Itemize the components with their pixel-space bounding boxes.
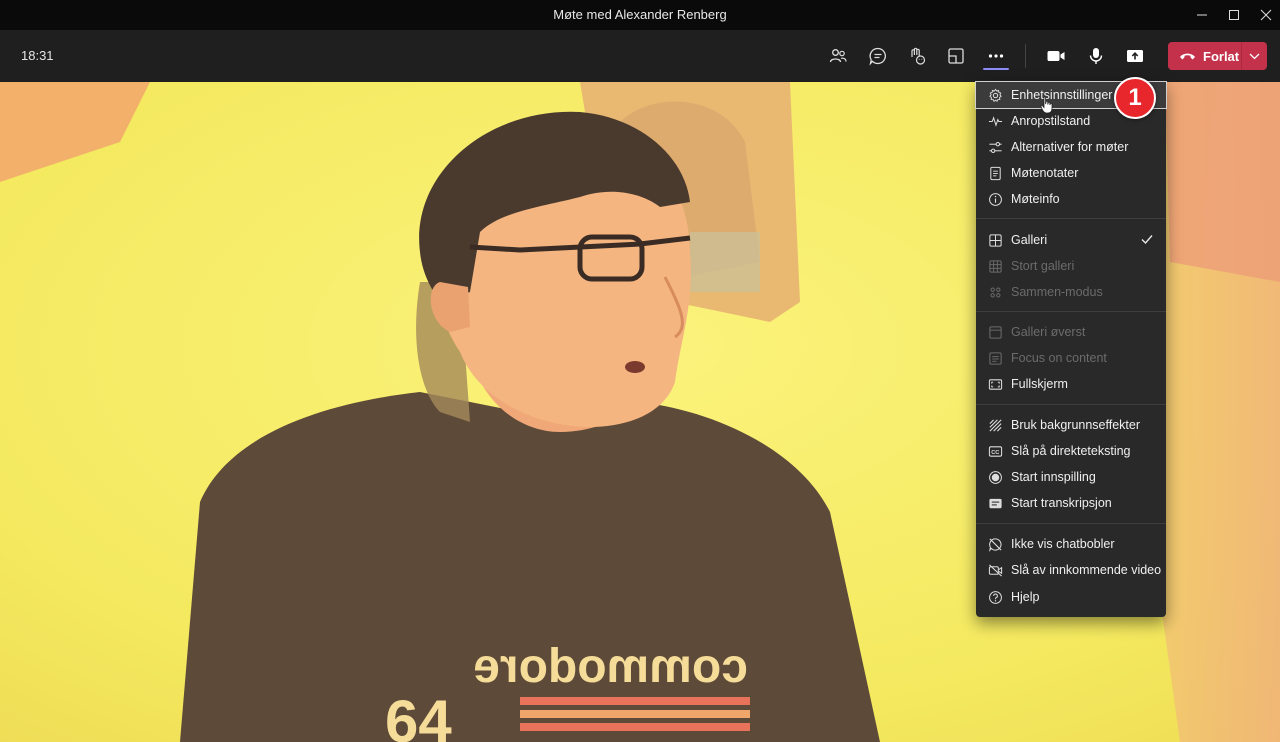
menu-item-background-effects[interactable]: Bruk bakgrunnseffekter bbox=[976, 412, 1166, 438]
camera-icon bbox=[1047, 51, 1065, 61]
menu-item-label: Ikke vis chatbobler bbox=[1011, 537, 1115, 551]
title-bar: Møte med Alexander Renberg bbox=[0, 0, 1280, 30]
chevron-down-icon bbox=[1249, 53, 1260, 59]
participants-button[interactable] bbox=[821, 40, 855, 72]
minimize-button[interactable] bbox=[1186, 0, 1218, 30]
menu-item-fullscreen[interactable]: Fullskjerm bbox=[976, 371, 1166, 397]
meeting-time: 18:31 bbox=[21, 48, 54, 63]
menu-item-label: Sammen-modus bbox=[1011, 285, 1103, 299]
video-off-icon bbox=[987, 562, 1003, 578]
menu-item-label: Slå på direkteteksting bbox=[1011, 444, 1131, 458]
record-icon bbox=[987, 469, 1003, 485]
meeting-toolbar: 18:31 Forlat bbox=[0, 30, 1280, 82]
gallery-top-icon bbox=[987, 324, 1003, 340]
notes-icon bbox=[987, 165, 1003, 181]
share-button[interactable] bbox=[1118, 40, 1152, 72]
menu-item-label: Møtenotater bbox=[1011, 166, 1079, 180]
menu-divider bbox=[976, 523, 1166, 524]
step-number: 1 bbox=[1128, 84, 1142, 111]
pulse-icon bbox=[987, 113, 1003, 129]
captions-icon: CC bbox=[987, 443, 1003, 459]
menu-item-label: Bruk bakgrunnseffekter bbox=[1011, 418, 1141, 432]
leave-main[interactable]: Forlat bbox=[1168, 42, 1241, 70]
menu-item-turn-off-incoming-video[interactable]: Slå av innkommende video bbox=[976, 557, 1166, 583]
menu-item-label: Enhetsinnstillinger bbox=[1011, 88, 1113, 102]
menu-item-label: Møteinfo bbox=[1011, 192, 1060, 206]
no-chat-bubbles-icon bbox=[987, 536, 1003, 552]
leave-button[interactable]: Forlat bbox=[1168, 42, 1267, 70]
transcript-icon bbox=[987, 495, 1003, 511]
menu-item-hide-chat-bubbles[interactable]: Ikke vis chatbobler bbox=[976, 531, 1166, 557]
shirt-logo-text: commodore bbox=[473, 640, 748, 693]
active-indicator bbox=[983, 68, 1009, 70]
people-icon bbox=[829, 49, 847, 63]
menu-item-large-gallery: Stort galleri bbox=[976, 253, 1166, 279]
shirt-number-text: 64 bbox=[385, 688, 452, 742]
more-icon bbox=[988, 54, 1004, 58]
chat-button[interactable] bbox=[861, 40, 895, 72]
more-actions-menu: Enhetsinnstillinger Anropstilstand Alter… bbox=[975, 81, 1167, 617]
menu-item-label: Galleri bbox=[1011, 233, 1048, 247]
menu-item-label: Stort galleri bbox=[1011, 259, 1075, 273]
reactions-icon bbox=[911, 47, 926, 65]
menu-divider bbox=[976, 311, 1166, 312]
menu-item-live-captions[interactable]: CC Slå på direkteteksting bbox=[976, 438, 1166, 464]
menu-item-label: Focus on content bbox=[1011, 351, 1107, 365]
menu-item-label: Galleri øverst bbox=[1011, 325, 1086, 339]
menu-item-meeting-notes[interactable]: Møtenotater bbox=[976, 160, 1166, 186]
share-icon bbox=[1127, 50, 1143, 62]
hang-up-icon bbox=[1180, 53, 1195, 60]
together-icon bbox=[987, 284, 1003, 300]
reactions-button[interactable] bbox=[900, 40, 934, 72]
menu-item-meeting-info[interactable]: Møteinfo bbox=[976, 186, 1166, 212]
fullscreen-icon bbox=[987, 376, 1003, 392]
menu-divider bbox=[976, 218, 1166, 219]
maximize-button[interactable] bbox=[1218, 0, 1250, 30]
chat-icon bbox=[869, 47, 886, 66]
help-icon bbox=[987, 589, 1003, 605]
window-title: Møte med Alexander Renberg bbox=[553, 7, 727, 22]
background-effects-icon bbox=[987, 417, 1003, 433]
menu-item-help[interactable]: Hjelp bbox=[976, 584, 1166, 610]
camera-button[interactable] bbox=[1039, 40, 1073, 72]
menu-item-start-recording[interactable]: Start innspilling bbox=[976, 464, 1166, 490]
menu-item-label: Alternativer for møter bbox=[1011, 140, 1129, 154]
rooms-button[interactable] bbox=[939, 40, 973, 72]
focus-icon bbox=[987, 350, 1003, 366]
menu-item-label: Start transkripsjon bbox=[1011, 496, 1112, 510]
menu-item-meeting-options[interactable]: Alternativer for møter bbox=[976, 134, 1166, 160]
svg-text:CC: CC bbox=[991, 449, 999, 455]
menu-item-together-mode: Sammen-modus bbox=[976, 279, 1166, 305]
menu-item-focus-on-content: Focus on content bbox=[976, 345, 1166, 371]
toolbar-divider bbox=[1025, 44, 1026, 68]
rooms-icon bbox=[948, 48, 964, 64]
menu-item-start-transcription[interactable]: Start transkripsjon bbox=[976, 490, 1166, 516]
sliders-icon bbox=[987, 139, 1003, 155]
info-icon bbox=[987, 191, 1003, 207]
large-gallery-icon bbox=[987, 258, 1003, 274]
menu-item-gallery-top: Galleri øverst bbox=[976, 319, 1166, 345]
step-number-badge: 1 bbox=[1114, 77, 1156, 119]
hand-cursor-icon bbox=[1040, 96, 1054, 119]
menu-item-label: Slå av innkommende video bbox=[1011, 563, 1162, 577]
gallery-icon bbox=[987, 232, 1003, 248]
menu-item-gallery[interactable]: Galleri bbox=[976, 227, 1166, 253]
close-button[interactable] bbox=[1250, 0, 1280, 30]
mic-icon bbox=[1089, 48, 1103, 64]
menu-divider bbox=[976, 404, 1166, 405]
leave-options-button[interactable] bbox=[1242, 42, 1267, 70]
microphone-button[interactable] bbox=[1079, 40, 1113, 72]
menu-item-label: Start innspilling bbox=[1011, 470, 1096, 484]
gear-icon bbox=[987, 87, 1003, 103]
menu-item-label: Hjelp bbox=[1011, 590, 1040, 604]
menu-item-label: Fullskjerm bbox=[1011, 377, 1068, 391]
checkmark-icon bbox=[1140, 232, 1154, 251]
leave-label: Forlat bbox=[1203, 48, 1240, 64]
